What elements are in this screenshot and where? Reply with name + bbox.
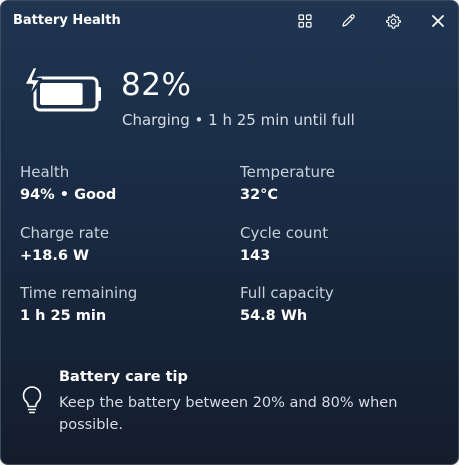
pen-icon — [342, 14, 355, 27]
stat-temperature: Temperature 32°C — [240, 163, 335, 204]
title-bar: Battery Health — [1, 1, 458, 41]
edit-button[interactable] — [334, 9, 362, 33]
stat-label: Cycle count — [240, 224, 329, 242]
stat-time-remaining: Time remaining 1 h 25 min — [20, 284, 137, 325]
stat-value: 54.8 Wh — [240, 308, 308, 324]
stat-health: Health 94% • Good — [20, 163, 116, 204]
settings-button[interactable] — [379, 9, 407, 33]
stat-label: Temperature — [240, 163, 336, 181]
stat-charge-rate: Charge rate +18.6 W — [20, 224, 109, 265]
close-button[interactable] — [424, 9, 452, 33]
layout-button[interactable] — [291, 9, 319, 33]
lightbulb-icon — [21, 385, 43, 419]
stat-value: 143 — [240, 248, 271, 264]
stat-value: 94% • Good — [20, 187, 117, 203]
stat-value: 1 h 25 min — [20, 308, 107, 324]
widget-title: Battery Health — [13, 13, 121, 28]
charging-status: Charging • 1 h 25 min until full — [122, 111, 355, 129]
tip-text: Keep the battery between 20% and 80% whe… — [59, 395, 398, 433]
close-icon — [432, 15, 444, 27]
stat-value: +18.6 W — [20, 248, 89, 264]
battery-percent: 82% — [121, 67, 192, 103]
grid-icon — [298, 14, 312, 28]
stat-label: Charge rate — [20, 224, 110, 242]
stat-label: Health — [20, 163, 70, 181]
stat-label: Time remaining — [20, 284, 138, 302]
battery-health-widget: Battery Health 82% Charging • 1 h 25 min… — [0, 0, 459, 465]
battery-charging-icon — [22, 65, 103, 119]
stat-value: 32°C — [240, 187, 279, 203]
battery-fill — [40, 83, 83, 105]
stat-label: Full capacity — [240, 284, 334, 302]
stat-cycle-count: Cycle count 143 — [240, 224, 328, 265]
stat-full-capacity: Full capacity 54.8 Wh — [240, 284, 334, 325]
tip-title: Battery care tip — [59, 369, 188, 385]
gear-icon — [385, 13, 401, 29]
